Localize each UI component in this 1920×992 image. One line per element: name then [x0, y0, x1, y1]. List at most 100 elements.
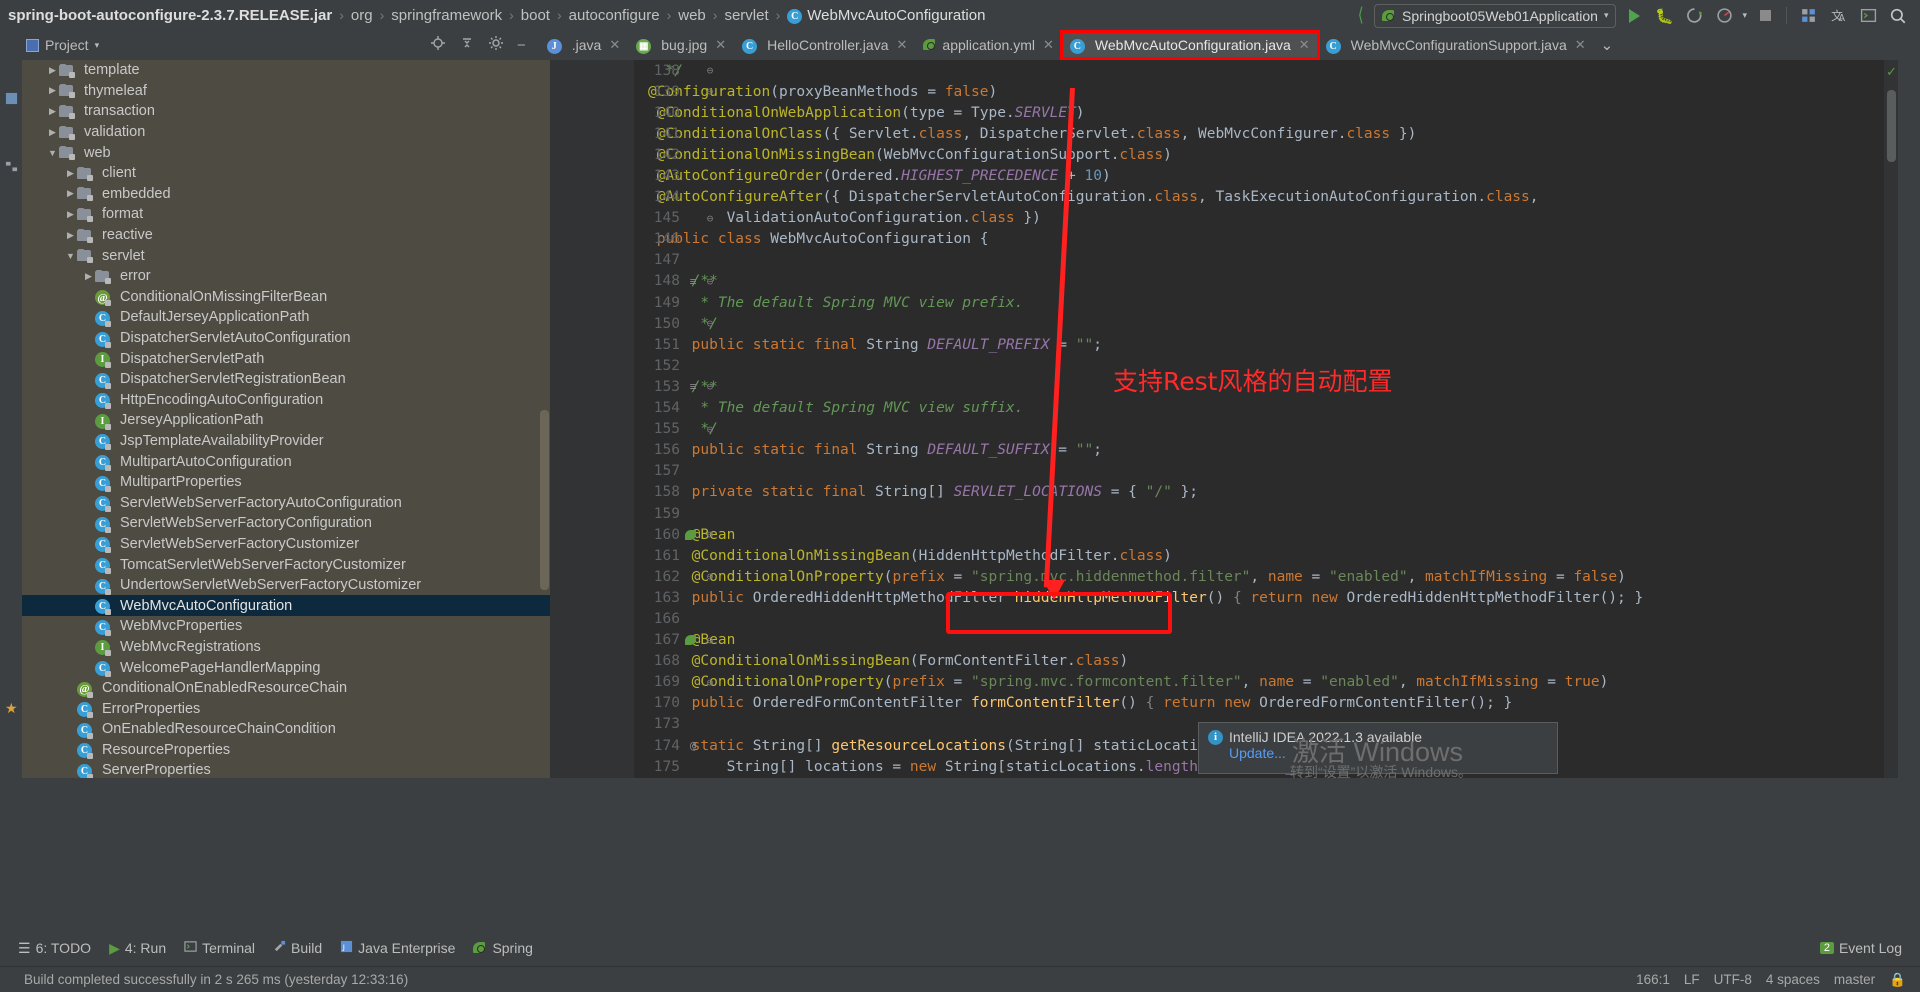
project-tree[interactable]: ▶ template ▶ thymeleaf ▶ transaction ▶ validati… — [22, 60, 550, 778]
code-fold-icon[interactable]: ⊖ — [704, 676, 716, 689]
bottom-item-run[interactable]: ▶ 4: Run — [109, 940, 166, 957]
tree-node[interactable]: ▶C OnEnabledResourceChainCondition — [22, 719, 550, 740]
indent-setting[interactable]: 4 spaces — [1766, 972, 1820, 987]
project-structure-icon[interactable] — [5, 92, 18, 110]
code-fold-icon[interactable]: ⊖ — [704, 275, 716, 288]
tree-node[interactable]: ▶C ServletWebServerFactoryCustomizer — [22, 534, 550, 555]
bottom-item-terminal[interactable]: Terminal — [184, 940, 255, 956]
chevron-right-icon[interactable]: ▶ — [46, 85, 59, 96]
close-icon[interactable]: ✕ — [1299, 37, 1310, 53]
tree-node[interactable]: ▶C ServerProperties — [22, 760, 550, 778]
tree-node[interactable]: ▶C ErrorProperties — [22, 698, 550, 719]
caret-position[interactable]: 166:1 — [1636, 972, 1670, 987]
code-fold-icon[interactable]: ⊖ — [704, 380, 716, 393]
code-fold-icon[interactable]: ⊖ — [704, 64, 716, 77]
tree-node[interactable]: ▶I WebMvcRegistrations — [22, 637, 550, 658]
tree-node[interactable]: ▶C WebMvcProperties — [22, 616, 550, 637]
tree-node[interactable]: ▶C UndertowServletWebServerFactoryCustomi… — [22, 575, 550, 596]
code-line[interactable]: 160 ⊖ @Bean — [634, 524, 1898, 545]
tab-bug-jpg[interactable]: ▦ bug.jpg ✕ — [629, 33, 733, 57]
tree-node[interactable]: ▶C DispatcherServletAutoConfiguration — [22, 328, 550, 349]
code-line[interactable]: 159 — [634, 503, 1898, 524]
debug-button[interactable]: 🐛 — [1652, 4, 1676, 28]
tab-java[interactable]: J .java ✕ — [540, 33, 627, 57]
code-line[interactable]: 143 @AutoConfigureOrder(Ordered.HIGHEST_… — [634, 165, 1898, 186]
run-with-coverage-button[interactable] — [1682, 4, 1706, 28]
tree-node[interactable]: ▼ servlet — [22, 245, 550, 266]
tree-node[interactable]: ▶C HttpEncodingAutoConfiguration — [22, 390, 550, 411]
code-fold-icon[interactable]: ⊖ — [704, 423, 716, 436]
code-line[interactable]: 167 ⊖ @Bean — [634, 630, 1898, 651]
lock-icon[interactable]: 🔒 — [1889, 972, 1906, 988]
gear-icon[interactable] — [488, 35, 504, 55]
tree-node[interactable]: ▶@ ConditionalOnEnabledResourceChain — [22, 678, 550, 699]
spring-bean-gutter-icon[interactable] — [684, 633, 698, 647]
tree-node[interactable]: ▶ transaction — [22, 101, 550, 122]
terminal-toggle-icon[interactable] — [1856, 4, 1880, 28]
sidebar-item-structure[interactable]: 7: Structure — [0, 140, 5, 250]
chevron-right-icon[interactable]: ▶ — [64, 209, 77, 220]
tab-webmvcautoconfiguration[interactable]: C WebMvcAutoConfiguration.java ✕ — [1062, 33, 1317, 57]
code-line[interactable]: 149 * The default Spring MVC view prefix… — [634, 292, 1898, 313]
run-button[interactable] — [1622, 4, 1646, 28]
chevron-down-icon[interactable]: ▼ — [46, 148, 59, 158]
editor-code-area[interactable]: 138 ⊖ */139 ⊖ @Configuration(proxyBeanMetho… — [634, 60, 1898, 778]
translate-icon[interactable]: 文A — [1826, 4, 1850, 28]
close-icon[interactable]: ✕ — [1575, 37, 1586, 53]
locate-icon[interactable] — [430, 35, 446, 55]
chevron-right-icon[interactable]: ▶ — [46, 65, 59, 76]
collapse-all-icon[interactable] — [459, 35, 475, 55]
tree-node[interactable]: ▼ web — [22, 142, 550, 163]
breadcrumb-part-org[interactable]: org — [351, 7, 373, 24]
code-fold-icon[interactable]: ⊖ — [704, 317, 716, 330]
tab-application-yml[interactable]: application.yml ✕ — [916, 33, 1061, 57]
editor-scrollbar[interactable] — [1887, 90, 1896, 162]
tab-hellocontroller[interactable]: C HelloController.java ✕ — [735, 33, 914, 57]
chevron-right-icon[interactable]: ▶ — [46, 127, 59, 138]
tree-node[interactable]: ▶C DefaultJerseyApplicationPath — [22, 307, 550, 328]
gutter-marker-icon[interactable]: @ — [686, 739, 700, 752]
code-line[interactable]: 168 @ConditionalOnMissingBean(FormConten… — [634, 651, 1898, 672]
chevron-right-icon[interactable]: ▶ — [64, 230, 77, 241]
search-icon[interactable] — [1886, 4, 1910, 28]
sidebar-item-project[interactable]: 1: Project — [0, 38, 5, 130]
code-fold-icon[interactable]: ⊖ — [704, 85, 716, 98]
breadcrumb-class[interactable]: WebMvcAutoConfiguration — [807, 7, 985, 24]
tab-overflow-chevron-icon[interactable]: ⌄ — [1601, 36, 1614, 54]
chevron-down-icon[interactable]: ▼ — [64, 251, 77, 261]
tree-node[interactable]: ▶C DispatcherServletRegistrationBean — [22, 369, 550, 390]
tree-node[interactable]: ▶C ServletWebServerFactoryAutoConfigurati… — [22, 492, 550, 513]
breadcrumb-part-web[interactable]: web — [678, 7, 706, 24]
chevron-right-icon[interactable]: ▶ — [64, 168, 77, 179]
code-fold-icon[interactable]: ⊖ — [704, 634, 716, 647]
tree-node[interactable]: ▶C WebMvcAutoConfiguration — [22, 595, 550, 617]
git-branch[interactable]: master — [1834, 972, 1875, 987]
bottom-item-java-enterprise[interactable]: J Java Enterprise — [340, 940, 455, 956]
tree-node[interactable]: ▶ template — [22, 60, 550, 81]
code-line[interactable]: 139 ⊖ @Configuration(proxyBeanMethods = fa… — [634, 81, 1898, 102]
code-line[interactable]: 158 private static final String[] SERVLE… — [634, 482, 1898, 503]
bottom-item-build[interactable]: Build — [273, 940, 322, 956]
code-line[interactable]: 157 — [634, 461, 1898, 482]
tree-node[interactable]: ▶C ResourceProperties — [22, 740, 550, 761]
event-log-button[interactable]: 2 Event Log — [1819, 940, 1902, 956]
code-line[interactable]: 147 — [634, 250, 1898, 271]
breadcrumb-part-boot[interactable]: boot — [521, 7, 550, 24]
gutter-marker-icon[interactable]: ≡ — [686, 380, 700, 393]
tree-node[interactable]: ▶I DispatcherServletPath — [22, 348, 550, 369]
code-line[interactable]: 170 public OrderedFormContentFilter form… — [634, 693, 1898, 714]
code-fold-icon[interactable]: ⊖ — [704, 528, 716, 541]
tree-node[interactable]: ▶C MultipartProperties — [22, 472, 550, 493]
breadcrumb-part-autoconfigure[interactable]: autoconfigure — [569, 7, 660, 24]
tab-webmvcconfigurationsupport[interactable]: C WebMvcConfigurationSupport.java ✕ — [1319, 33, 1593, 57]
bottom-item-spring[interactable]: Spring — [473, 940, 533, 956]
breadcrumb-part-servlet[interactable]: servlet — [724, 7, 768, 24]
tree-node[interactable]: ▶ client — [22, 163, 550, 184]
close-icon[interactable]: ✕ — [715, 37, 726, 53]
code-line[interactable]: 161 @ConditionalOnMissingBean(HiddenHttp… — [634, 545, 1898, 566]
sidebar-item-web[interactable]: Web — [0, 730, 5, 780]
code-fold-icon[interactable]: ⊖ — [704, 212, 716, 225]
code-line[interactable]: 146 public class WebMvcAutoConfiguration… — [634, 229, 1898, 250]
structure-view-icon[interactable] — [5, 160, 18, 178]
profiler-chevron-icon[interactable]: ▾ — [1742, 10, 1747, 21]
